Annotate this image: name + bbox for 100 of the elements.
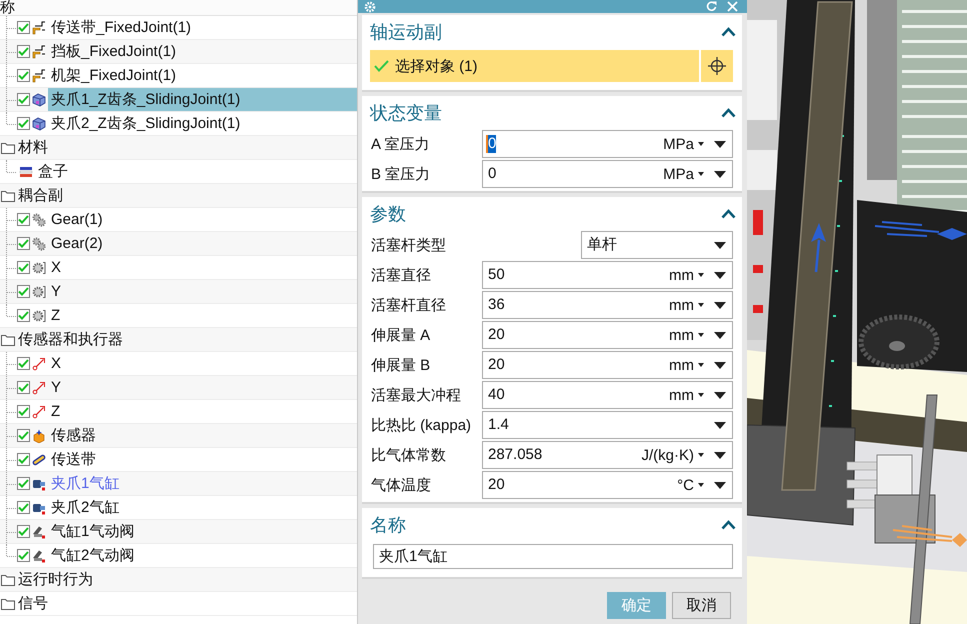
checkbox[interactable] — [17, 357, 30, 370]
unit-dropdown[interactable]: °C — [677, 476, 704, 494]
field-value[interactable]: 287.058 — [486, 446, 542, 464]
gear-icon — [32, 260, 46, 274]
number-field[interactable]: 36 mm — [482, 291, 733, 319]
field-value[interactable]: 36 — [486, 296, 505, 314]
tree-item[interactable]: 盒子 — [35, 160, 71, 183]
checkbox[interactable] — [17, 477, 30, 490]
selection-step[interactable]: 选择对象 (1) — [370, 50, 699, 82]
number-field[interactable]: 287.058 J/(kg·K) — [482, 441, 733, 469]
unit-dropdown[interactable]: MPa — [663, 136, 704, 152]
dropdown-arrow-icon[interactable] — [714, 272, 726, 278]
dropdown-arrow-icon[interactable] — [714, 452, 726, 458]
dropdown-arrow-icon[interactable] — [714, 332, 726, 338]
dropdown-arrow-icon[interactable] — [714, 170, 726, 178]
tree-item[interactable]: 耦合副 — [15, 184, 66, 207]
field-value[interactable]: 20 — [486, 356, 505, 374]
dropdown-arrow-icon[interactable] — [714, 302, 726, 308]
unit-dropdown[interactable]: mm — [669, 326, 704, 344]
checkbox[interactable] — [17, 453, 30, 466]
close-icon[interactable] — [727, 1, 738, 12]
settings-icon[interactable] — [364, 0, 376, 12]
dropdown-arrow-icon[interactable] — [714, 362, 726, 368]
tree-item[interactable]: Gear(2) — [48, 232, 106, 255]
field-value[interactable]: 50 — [486, 266, 505, 284]
dropdown-arrow-icon[interactable] — [714, 482, 726, 488]
field-value[interactable]: 40 — [486, 386, 505, 404]
tree-item[interactable]: 夹爪1_Z齿条_SlidingJoint(1) — [48, 88, 357, 111]
checkbox[interactable] — [17, 309, 30, 322]
tree-item[interactable]: 传送带 — [48, 448, 99, 471]
tree-item[interactable]: X — [48, 352, 64, 375]
caret-icon[interactable] — [721, 520, 736, 530]
valve-icon — [32, 524, 46, 538]
tree-item[interactable]: Y — [48, 280, 64, 303]
checkbox[interactable] — [17, 261, 30, 274]
tree-item[interactable]: 传送带_FixedJoint(1) — [48, 16, 194, 39]
unit-dropdown[interactable]: mm — [669, 266, 704, 284]
checkbox[interactable] — [17, 429, 30, 442]
dropdown-arrow-icon[interactable] — [714, 392, 726, 398]
gears-icon — [32, 212, 46, 226]
caret-icon[interactable] — [721, 108, 736, 118]
checkbox[interactable] — [17, 381, 30, 394]
checkbox[interactable] — [17, 285, 30, 298]
field-value[interactable]: 20 — [486, 476, 505, 494]
number-field[interactable]: 40 mm — [482, 381, 733, 409]
number-field[interactable]: 0 MPa — [482, 160, 733, 188]
tree-item[interactable]: Gear(1) — [48, 208, 106, 231]
tree-item[interactable]: 机架_FixedJoint(1) — [48, 64, 180, 87]
crosshair-icon — [708, 57, 726, 75]
field-value[interactable]: 0 — [486, 135, 496, 153]
dropdown-arrow-icon[interactable] — [714, 422, 726, 428]
field-label: B 室压力 — [371, 164, 432, 184]
tree-item[interactable]: X — [48, 256, 64, 279]
reset-icon[interactable] — [706, 1, 717, 12]
unit-dropdown[interactable]: mm — [669, 296, 704, 314]
dropdown-arrow-icon[interactable] — [714, 242, 726, 248]
name-field[interactable]: 夹爪1气缸 — [373, 544, 733, 569]
field-value[interactable]: 1.4 — [486, 416, 509, 434]
unit-dropdown[interactable]: MPa — [663, 166, 704, 182]
tree-item[interactable]: 信号 — [15, 592, 51, 615]
tree-item[interactable]: Z — [48, 400, 64, 423]
tree-item[interactable]: Z — [48, 304, 64, 327]
checkbox[interactable] — [17, 117, 30, 130]
checkbox[interactable] — [17, 213, 30, 226]
number-field[interactable]: 50 mm — [482, 261, 733, 289]
dropdown-arrow-icon[interactable] — [714, 140, 726, 148]
tree-item[interactable]: 传感器 — [48, 424, 99, 447]
checkbox[interactable] — [17, 525, 30, 538]
field-label: 活塞最大冲程 — [371, 386, 462, 404]
tree-item[interactable]: 夹爪2_Z齿条_SlidingJoint(1) — [48, 112, 244, 135]
checkbox[interactable] — [17, 21, 30, 34]
number-field[interactable]: 20 mm — [482, 321, 733, 349]
tree-item[interactable]: 夹爪2气缸 — [48, 496, 122, 519]
unit-dropdown[interactable]: mm — [669, 386, 704, 404]
number-field[interactable]: 0 MPa — [482, 130, 733, 158]
checkbox[interactable] — [17, 69, 30, 82]
checkbox[interactable] — [17, 549, 30, 562]
caret-icon[interactable] — [721, 209, 736, 219]
number-field[interactable]: 20 mm — [482, 351, 733, 379]
field-value[interactable]: 单杆 — [585, 236, 617, 254]
cancel-button[interactable]: 取消 — [672, 592, 731, 619]
checkbox[interactable] — [17, 93, 30, 106]
tree-item[interactable]: 夹爪1气缸 — [48, 472, 122, 495]
tree-item[interactable]: Y — [48, 376, 64, 399]
caret-icon[interactable] — [721, 27, 736, 37]
field-value[interactable]: 20 — [486, 326, 505, 344]
unit-dropdown[interactable]: J/(kg·K) — [642, 446, 704, 464]
tree-item[interactable]: 材料 — [15, 136, 51, 159]
checkbox[interactable] — [17, 405, 30, 418]
checkbox[interactable] — [17, 501, 30, 514]
field-value[interactable]: 0 — [486, 165, 496, 183]
dropdown-field[interactable]: 单杆 — [581, 231, 733, 259]
crosshair-button[interactable] — [701, 50, 733, 82]
checkbox[interactable] — [17, 237, 30, 250]
tree-item[interactable]: 气缸2气动阀 — [48, 544, 138, 567]
column-header[interactable]: 称 — [0, 0, 15, 15]
number-field[interactable]: 1.4 — [482, 411, 733, 439]
unit-dropdown[interactable]: mm — [669, 356, 704, 374]
number-field[interactable]: 20 °C — [482, 471, 733, 499]
checkbox[interactable] — [17, 45, 30, 58]
